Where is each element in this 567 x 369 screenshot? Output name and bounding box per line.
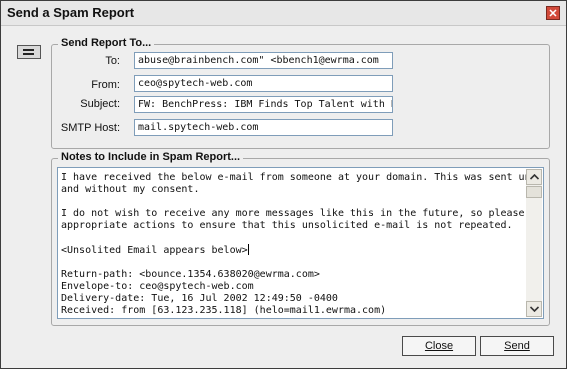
close-button-label: Close [424,340,454,352]
from-label: From: [91,79,120,91]
from-field[interactable]: ceo@spytech-web.com [134,75,393,92]
arrow-up-icon [530,174,539,180]
arrow-down-icon [530,306,539,312]
notes-group-title: Notes to Include in Spam Report... [58,151,244,163]
notes-line: Delivery-date: Tue, 16 Jul 2002 12:49:50… [61,293,338,304]
smtp-host-field[interactable]: mail.spytech-web.com [134,119,393,136]
close-button[interactable]: Close [402,336,476,356]
notes-line: Received: from [63.123.235.118] (helo=ma… [61,305,387,316]
report-icon [17,45,41,59]
subject-label: Subject: [80,98,120,110]
notes-line: I do not wish to receive any more messag… [61,208,544,219]
notes-text: I have received the below e-mail from so… [61,172,543,317]
to-field[interactable]: abuse@brainbench.com" <bbench1@ewrma.com [134,52,393,69]
to-label: To: [105,55,120,67]
notes-line: appropriate actions to ensure that this … [61,220,513,231]
send-report-group-title: Send Report To... [58,37,155,49]
notes-scrollbar[interactable] [526,169,542,317]
send-button-label: Send [504,340,530,352]
notes-line: Return-path: <bounce.1354.638020@ewrma.c… [61,269,320,280]
smtp-host-label: SMTP Host: [60,122,120,134]
spam-report-dialog: Send a Spam Report ✕ Send Report To... T… [0,0,567,369]
subject-field[interactable]: FW: BenchPress: IBM Finds Top Talent wit… [134,96,393,113]
window-title: Send a Spam Report [7,5,135,20]
notes-line: I have received the below e-mail from so… [61,172,544,183]
send-button[interactable]: Send [480,336,554,356]
notes-textarea[interactable]: I have received the below e-mail from so… [57,167,544,319]
text-caret [247,244,249,255]
notes-line: Envelope-to: ceo@spytech-web.com [61,281,254,292]
title-bar: Send a Spam Report ✕ [1,1,566,26]
scroll-down-button[interactable] [526,301,542,317]
scroll-thumb[interactable] [526,186,542,198]
scroll-up-button[interactable] [526,169,542,185]
notes-line: <Unsolited Email appears below> [61,245,248,256]
notes-line: and without my consent. [61,184,200,195]
close-icon[interactable]: ✕ [546,6,560,20]
